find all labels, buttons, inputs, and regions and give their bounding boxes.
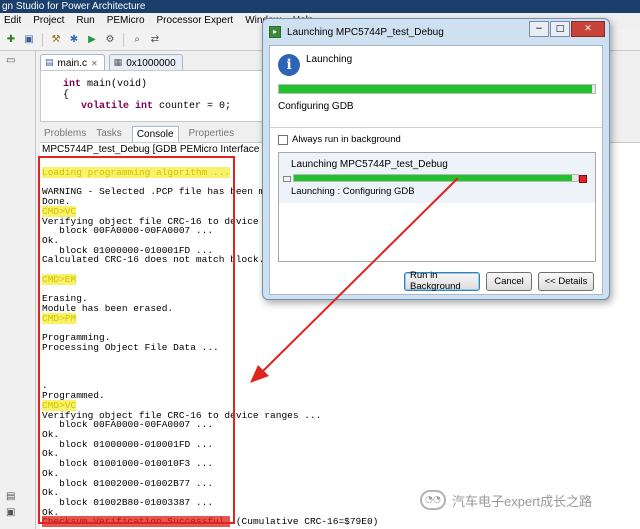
annotation-arrow [250, 177, 459, 383]
watermark-text: 汽车电子expert成长之路 [452, 493, 593, 509]
wechat-icon: ◔◔ [420, 490, 446, 510]
watermark: ◔◔ 汽车电子expert成长之路 [420, 490, 592, 510]
